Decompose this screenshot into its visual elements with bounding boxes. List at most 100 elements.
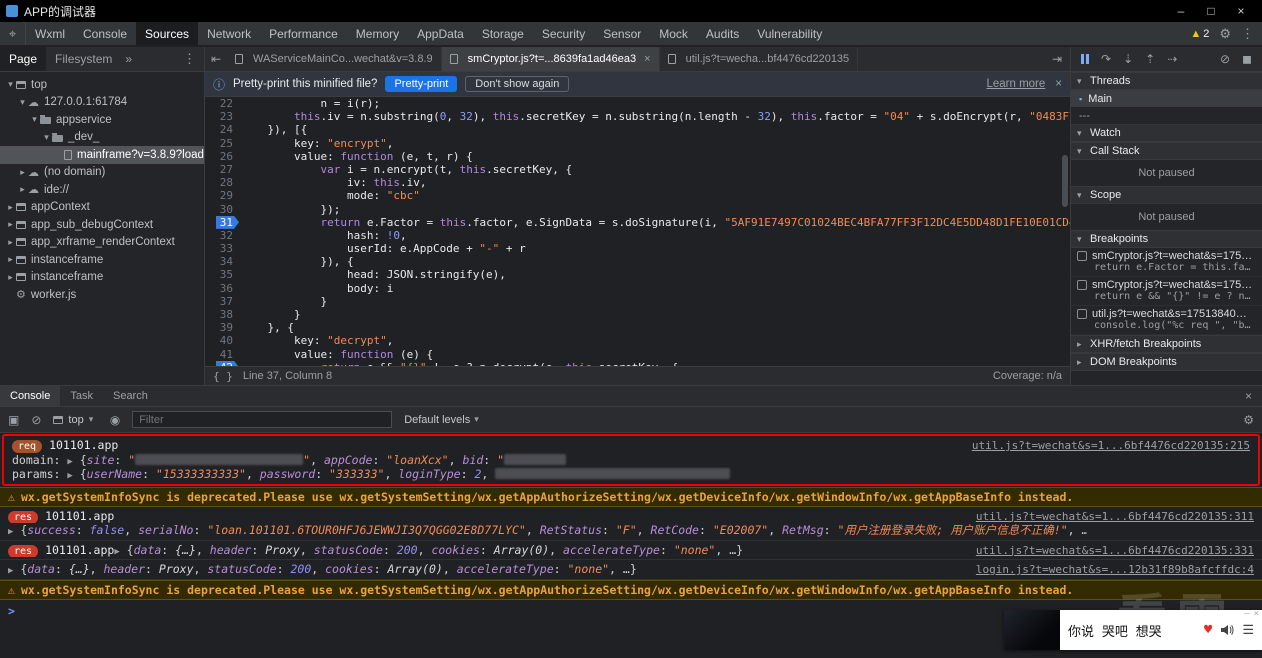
- code-line[interactable]: 30 });: [205, 203, 1070, 216]
- code-line[interactable]: 35 head: JSON.stringify(e),: [205, 268, 1070, 281]
- thread-item[interactable]: ---: [1071, 107, 1262, 124]
- console-settings-icon[interactable]: ⚙: [1243, 413, 1254, 427]
- line-number[interactable]: 40: [205, 334, 241, 347]
- tree-expand-icon[interactable]: ▾: [5, 79, 16, 90]
- main-tab-wxml[interactable]: Wxml: [26, 22, 74, 45]
- maximize-button[interactable]: □: [1196, 4, 1226, 18]
- code-line[interactable]: 26 value: function (e, t, r) {: [205, 150, 1070, 163]
- line-number[interactable]: 29: [205, 189, 241, 202]
- line-number[interactable]: 27: [205, 163, 241, 176]
- code-line[interactable]: 27 var i = n.encrypt(t, this.secretKey, …: [205, 163, 1070, 176]
- console-error-counter[interactable]: ▲ 2: [1190, 28, 1209, 40]
- line-number[interactable]: 31: [205, 216, 241, 229]
- tree-item-worker-js[interactable]: ⚙ worker.js: [0, 286, 204, 304]
- console-filter-input[interactable]: [132, 411, 393, 428]
- line-number[interactable]: 28: [205, 176, 241, 189]
- code-line[interactable]: 24 }), [{: [205, 123, 1070, 136]
- main-tab-memory[interactable]: Memory: [347, 22, 408, 45]
- main-tab-vulnerability[interactable]: Vulnerability: [748, 22, 831, 45]
- step-out-icon[interactable]: ⇡: [1145, 52, 1155, 66]
- code-line[interactable]: 37 }: [205, 295, 1070, 308]
- breakpoint-item[interactable]: smCryptor.js?t=wechat&s=175… return e && …: [1071, 277, 1262, 306]
- settings-gear-icon[interactable]: ⚙: [1219, 26, 1231, 42]
- main-tab-sensor[interactable]: Sensor: [594, 22, 650, 45]
- scope-section-header[interactable]: ▾ Scope: [1071, 186, 1262, 204]
- tree-expand-icon[interactable]: ▾: [41, 132, 52, 143]
- console-sidebar-icon[interactable]: ▣: [8, 413, 19, 427]
- overlay-close-icon[interactable]: ×: [1254, 610, 1259, 619]
- breakpoints-section-header[interactable]: ▾ Breakpoints: [1071, 230, 1262, 248]
- console-close-icon[interactable]: ×: [1235, 386, 1262, 406]
- sidebar-tab-filesystem[interactable]: Filesystem: [46, 47, 121, 71]
- tree-expand-icon[interactable]: ▸: [17, 184, 28, 195]
- code-line[interactable]: 23 this.iv = n.substring(0, 32), this.se…: [205, 110, 1070, 123]
- source-location-link[interactable]: util.js?t=wechat&s=1...6bf4476cd220135:2…: [972, 439, 1250, 452]
- line-number[interactable]: 32: [205, 229, 241, 242]
- tree-item--dev-[interactable]: ▾ _dev_: [0, 129, 204, 147]
- overlay-minimize-icon[interactable]: –: [1244, 610, 1249, 619]
- main-tab-performance[interactable]: Performance: [260, 22, 347, 45]
- breakpoint-marker[interactable]: 31: [216, 216, 239, 229]
- line-number[interactable]: 24: [205, 123, 241, 136]
- xhr-breakpoints-section-header[interactable]: ▸ XHR/fetch Breakpoints: [1071, 335, 1262, 353]
- code-line[interactable]: 38 }: [205, 308, 1070, 321]
- playlist-icon[interactable]: ☰: [1242, 623, 1254, 638]
- scrollbar-thumb[interactable]: [1062, 155, 1068, 207]
- code-line[interactable]: 28 iv: this.iv,: [205, 176, 1070, 189]
- overflow-chevron-icon[interactable]: »: [121, 52, 136, 66]
- thread-item[interactable]: ▪ Main: [1071, 90, 1262, 107]
- tree-expand-icon[interactable]: ▸: [5, 272, 16, 283]
- tree-item-instanceframe[interactable]: ▸ instanceframe: [0, 269, 204, 287]
- log-levels-dropdown[interactable]: Default levels ▾: [404, 414, 483, 426]
- tree-item-appservice[interactable]: ▾ appservice: [0, 111, 204, 129]
- main-tab-audits[interactable]: Audits: [697, 22, 748, 45]
- console-tab-search[interactable]: Search: [103, 386, 158, 406]
- main-tab-appdata[interactable]: AppData: [408, 22, 473, 45]
- code-editor[interactable]: 22 n = i(r); 23 this.iv = n.substring(0, …: [205, 97, 1070, 366]
- main-tab-storage[interactable]: Storage: [473, 22, 533, 45]
- line-number[interactable]: 30: [205, 203, 241, 216]
- main-tab-mock[interactable]: Mock: [650, 22, 697, 45]
- minimize-button[interactable]: –: [1166, 4, 1196, 18]
- line-number[interactable]: 36: [205, 282, 241, 295]
- line-number[interactable]: 42: [205, 361, 241, 366]
- tree-item-mainframe-v-3-8-9-load-loa[interactable]: mainframe?v=3.8.9?load?loa: [0, 146, 204, 164]
- sidebar-tab-page[interactable]: Page: [0, 47, 47, 71]
- line-number[interactable]: 22: [205, 97, 241, 110]
- editor-tab[interactable]: util.js?t=wecha...bf4476cd220135: [660, 47, 859, 71]
- more-tabs-icon[interactable]: ⇥: [1044, 47, 1070, 71]
- code-line[interactable]: 29 mode: "cbc": [205, 189, 1070, 202]
- tree-item-top[interactable]: ▾ top: [0, 76, 204, 94]
- main-tab-network[interactable]: Network: [198, 22, 260, 45]
- step-icon[interactable]: ⇢: [1167, 52, 1177, 66]
- breakpoint-checkbox[interactable]: [1077, 251, 1087, 261]
- dom-breakpoints-section-header[interactable]: ▸ DOM Breakpoints: [1071, 353, 1262, 371]
- execution-context-selector[interactable]: top ▾: [53, 414, 97, 426]
- code-line[interactable]: 39 }, {: [205, 321, 1070, 334]
- close-tab-icon[interactable]: ×: [644, 53, 650, 65]
- code-line[interactable]: 32 hash: !0,: [205, 229, 1070, 242]
- tree-expand-icon[interactable]: ▾: [29, 114, 40, 125]
- tree-expand-icon[interactable]: ▸: [17, 167, 28, 178]
- breakpoint-marker[interactable]: 42: [216, 361, 239, 366]
- tree-expand-icon[interactable]: ▸: [5, 237, 16, 248]
- tree-item-appcontext[interactable]: ▸ appContext: [0, 199, 204, 217]
- tree-item-127-0-0-1-61784[interactable]: ▾ ☁ 127.0.0.1:61784: [0, 94, 204, 112]
- line-number[interactable]: 26: [205, 150, 241, 163]
- breakpoint-checkbox[interactable]: [1077, 280, 1087, 290]
- tree-item-app-sub-debugcontext[interactable]: ▸ app_sub_debugContext: [0, 216, 204, 234]
- code-line[interactable]: 33 userId: e.AppCode + "-" + r: [205, 242, 1070, 255]
- heart-icon[interactable]: ♥: [1204, 622, 1212, 638]
- code-line[interactable]: 34 }), {: [205, 255, 1070, 268]
- line-number[interactable]: 25: [205, 137, 241, 150]
- line-number[interactable]: 39: [205, 321, 241, 334]
- watch-section-header[interactable]: ▾ Watch: [1071, 124, 1262, 142]
- tree-item-app-xrframe-rendercontext[interactable]: ▸ app_xrframe_renderContext: [0, 234, 204, 252]
- line-number[interactable]: 33: [205, 242, 241, 255]
- line-number[interactable]: 41: [205, 348, 241, 361]
- breakpoint-item[interactable]: smCryptor.js?t=wechat&s=175… return e.Fac…: [1071, 248, 1262, 277]
- line-number[interactable]: 23: [205, 110, 241, 123]
- code-line[interactable]: 41 value: function (e) {: [205, 348, 1070, 361]
- step-into-icon[interactable]: ⇣: [1123, 52, 1133, 66]
- format-code-icon[interactable]: { }: [213, 370, 233, 383]
